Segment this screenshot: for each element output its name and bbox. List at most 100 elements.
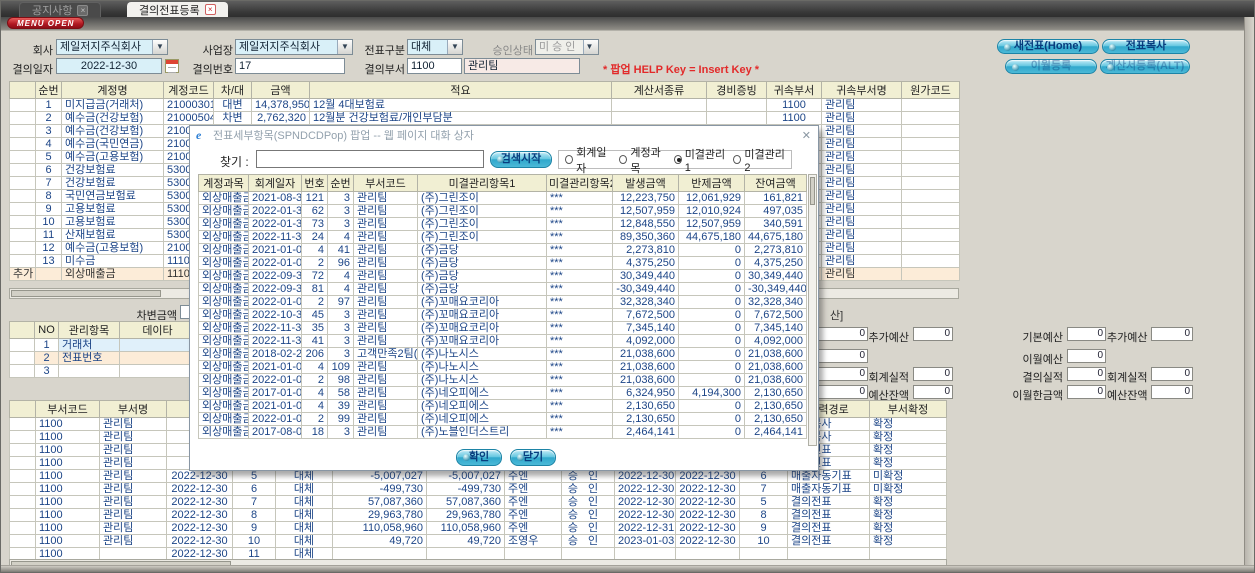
cell-cost[interactable] xyxy=(901,176,960,190)
cell-sel[interactable] xyxy=(9,215,36,229)
cell-name[interactable]: 고용보험료 xyxy=(61,202,164,216)
cell-balance[interactable]: 4,375,250 xyxy=(744,256,807,270)
cell-date[interactable]: 2022-12-30 xyxy=(166,482,233,496)
cell-item1[interactable]: (주)금당 xyxy=(417,269,547,283)
resolve-no-field[interactable]: 17 xyxy=(235,58,345,74)
chevron-down-icon[interactable]: ▼ xyxy=(583,40,598,54)
cell-balance[interactable]: 7,672,500 xyxy=(744,308,807,322)
cell-no[interactable]: 3 xyxy=(34,364,59,378)
cell-sel[interactable] xyxy=(9,469,36,483)
cell-name[interactable] xyxy=(99,547,167,559)
cell-accrue[interactable]: 12,848,550 xyxy=(612,217,679,231)
cell-name[interactable]: 미수금 xyxy=(61,254,164,268)
cell-acct[interactable]: 외상매출금 xyxy=(198,282,249,296)
cell-bill[interactable] xyxy=(611,98,707,112)
cell-no[interactable]: 6 xyxy=(35,163,62,177)
cell-no[interactable]: 13 xyxy=(35,254,62,268)
cell-dept[interactable]: 관리팀 xyxy=(353,425,418,439)
cell-item[interactable]: 거래처 xyxy=(58,338,120,352)
cell-writer[interactable]: 주엔 xyxy=(504,508,562,522)
cell-seq[interactable]: 3 xyxy=(327,425,354,439)
cell-type[interactable]: 대체 xyxy=(275,521,333,535)
popup-title-bar[interactable]: e 전표세부항목(SPNDCDPop) 팝업 -- 웹 페이지 대화 상자 xyxy=(190,126,818,144)
cell-type[interactable]: 대체 xyxy=(275,534,333,548)
cell-cost[interactable] xyxy=(901,150,960,164)
cell-item2[interactable]: *** xyxy=(546,243,613,257)
cell-item1[interactable]: (주)금당 xyxy=(417,243,547,257)
cell-name[interactable]: 예수금(건강보험) xyxy=(61,111,164,125)
cell-name[interactable]: 관리팀 xyxy=(99,482,167,496)
cell-seq[interactable]: 4 xyxy=(327,282,354,296)
cell-item2[interactable]: *** xyxy=(546,217,613,231)
cell-seq[interactable]: 109 xyxy=(327,360,354,374)
cell-no[interactable]: 8 xyxy=(35,189,62,203)
cell-cost[interactable] xyxy=(901,254,960,268)
cell-item1[interactable]: (주)금당 xyxy=(417,256,547,270)
find-input[interactable] xyxy=(256,150,484,168)
cell-acct[interactable]: 외상매출금 xyxy=(198,412,249,426)
cell-no[interactable]: 9 xyxy=(232,521,276,535)
cell-writer[interactable]: 조영우 xyxy=(504,534,562,548)
cell-cost[interactable] xyxy=(901,202,960,216)
cell-acct[interactable]: 외상매출금 xyxy=(198,256,249,270)
cell-no[interactable]: 4 xyxy=(301,399,328,413)
cell-appr[interactable]: 승인 xyxy=(561,534,615,548)
cell-repay[interactable]: 0 xyxy=(678,360,745,374)
copy-slip-button[interactable]: 전표복사 xyxy=(1102,39,1190,54)
cell-balance[interactable]: 161,821 xyxy=(744,191,807,205)
cell-date[interactable]: 2021-01-00 xyxy=(248,243,302,257)
cell-acct[interactable]: 외상매출금 xyxy=(198,204,249,218)
cell-cost[interactable] xyxy=(901,163,960,177)
cell-acct[interactable]: 외상매출금 xyxy=(198,360,249,374)
cell-no[interactable]: 35 xyxy=(301,321,328,335)
cell-dept[interactable]: 관리팀 xyxy=(353,321,418,335)
cell-balance[interactable]: 2,130,650 xyxy=(744,412,807,426)
cell-repay[interactable]: 44,675,180 xyxy=(678,230,745,244)
cell-accrue[interactable]: 6,324,950 xyxy=(612,386,679,400)
cell-code[interactable]: 21000504 xyxy=(163,111,214,125)
cell-date[interactable]: 2022-12-30 xyxy=(166,508,233,522)
cell-dept_name[interactable]: 관리팀 xyxy=(821,150,902,164)
cell-dept_name[interactable]: 관리팀 xyxy=(821,215,902,229)
cell-balance[interactable]: 2,130,650 xyxy=(744,386,807,400)
cell-repay[interactable]: 0 xyxy=(678,373,745,387)
cell-balance[interactable]: 21,038,600 xyxy=(744,347,807,361)
cell-dept_name[interactable]: 관리팀 xyxy=(821,163,902,177)
cell-accrue[interactable]: 30,349,440 xyxy=(612,269,679,283)
cell-no[interactable]: 5 xyxy=(232,469,276,483)
cell-acct_date[interactable]: 2022-12-30 xyxy=(675,469,740,483)
cell-data[interactable] xyxy=(119,364,196,378)
cell-item2[interactable]: *** xyxy=(546,373,613,387)
cell-date[interactable]: 2022-12-30 xyxy=(166,469,233,483)
cell-dept_name[interactable]: 관리팀 xyxy=(821,254,902,268)
cell-date[interactable]: 2022-12-30 xyxy=(166,495,233,509)
cell-accrue[interactable]: 12,223,750 xyxy=(612,191,679,205)
cell-balance[interactable]: 2,130,650 xyxy=(744,399,807,413)
cell-name[interactable]: 외상매출금 xyxy=(61,267,164,281)
cell-sel[interactable] xyxy=(9,241,36,255)
cell-seq[interactable]: 3 xyxy=(327,191,354,205)
cell-seq[interactable]: 96 xyxy=(327,256,354,270)
cell-code[interactable]: 1100 xyxy=(35,417,100,431)
cell-amt2[interactable]: 29,963,780 xyxy=(426,508,505,522)
cell-acct[interactable]: 외상매출금 xyxy=(198,308,249,322)
cell-amt1[interactable]: 49,720 xyxy=(332,534,427,548)
cell-appr_date[interactable]: 2022-12-30 xyxy=(614,469,676,483)
cell-acct[interactable]: 외상매출금 xyxy=(198,334,249,348)
cell-confirm[interactable]: 확정 xyxy=(869,430,947,444)
cell-appr_date[interactable]: 2022-12-30 xyxy=(614,495,676,509)
radio-unchecked-icon[interactable] xyxy=(565,155,574,164)
cell-cost[interactable] xyxy=(901,228,960,242)
cell-sel[interactable] xyxy=(9,495,36,509)
cell-repay[interactable]: 12,507,959 xyxy=(678,217,745,231)
chevron-down-icon[interactable]: ▼ xyxy=(447,40,462,54)
cell-date[interactable]: 2017-08-01 xyxy=(248,425,302,439)
cell-item1[interactable]: (주)네오피에스 xyxy=(417,412,547,426)
cell-code[interactable]: 1100 xyxy=(35,534,100,548)
cell-balance[interactable]: 21,038,600 xyxy=(744,373,807,387)
cell-amt1[interactable]: 110,058,960 xyxy=(332,521,427,535)
cell-seq[interactable]: 3 xyxy=(327,204,354,218)
cell-cost[interactable] xyxy=(901,98,960,112)
cell-amt2[interactable]: 57,087,360 xyxy=(426,495,505,509)
cell-dept[interactable]: 관리팀 xyxy=(353,282,418,296)
